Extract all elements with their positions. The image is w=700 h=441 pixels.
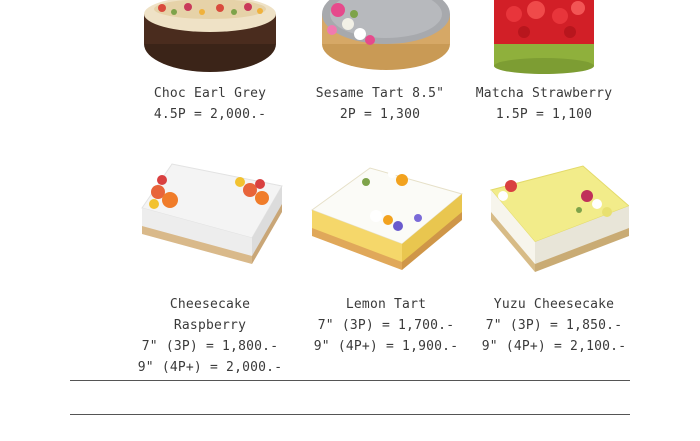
item-price: 7" (3P) = 1,800.- <box>141 339 279 354</box>
cheesecake-raspberry-image <box>141 163 283 264</box>
item-price: 2P = 1,300 <box>339 107 421 122</box>
item-price: 7" (3P) = 1,850.- <box>485 318 623 333</box>
lemon-tart-image <box>310 167 464 270</box>
item-price: 9" (4P+) = 1,900.- <box>313 339 459 354</box>
item-price: 4.5P = 2,000.- <box>153 107 267 122</box>
item-name: Lemon Tart <box>345 297 427 312</box>
item-price: 1.5P = 1,100 <box>495 107 593 122</box>
item-name: Matcha Strawberry <box>475 86 613 101</box>
menu-item-cheesecake-raspberry: Cheesecake Raspberry 7" (3P) = 1,800.- 9… <box>130 160 290 378</box>
item-price: 9" (4P+) = 2,100.- <box>481 339 627 354</box>
sesame-tart-image <box>322 0 450 70</box>
divider-top <box>70 380 630 381</box>
matcha-strawberry-cake-image <box>494 0 594 74</box>
yuzu-cheesecake-image <box>490 165 629 272</box>
item-price: 7" (3P) = 1,700.- <box>317 318 455 333</box>
divider-bottom <box>70 414 630 415</box>
item-name: Choc Earl Grey <box>153 86 267 101</box>
item-name: Sesame Tart 8.5" <box>315 86 445 101</box>
item-name: Yuzu Cheesecake <box>493 297 615 312</box>
item-name: Cheesecake Raspberry <box>169 297 251 333</box>
menu-item-lemon-tart: Lemon Tart 7" (3P) = 1,700.- 9" (4P+) = … <box>306 160 466 357</box>
menu-item-matcha-strawberry: Matcha Strawberry 1.5P = 1,100 <box>464 0 624 125</box>
item-price: 9" (4P+) = 2,000.- <box>137 360 283 375</box>
menu-item-yuzu-cheesecake: Yuzu Cheesecake 7" (3P) = 1,850.- 9" (4P… <box>474 160 634 357</box>
menu-item-choc-earl-grey: Choc Earl Grey 4.5P = 2,000.- <box>130 0 290 125</box>
chocolate-earl-grey-cake-image <box>144 0 276 72</box>
menu-item-sesame-tart: Sesame Tart 8.5" 2P = 1,300 <box>300 0 460 125</box>
